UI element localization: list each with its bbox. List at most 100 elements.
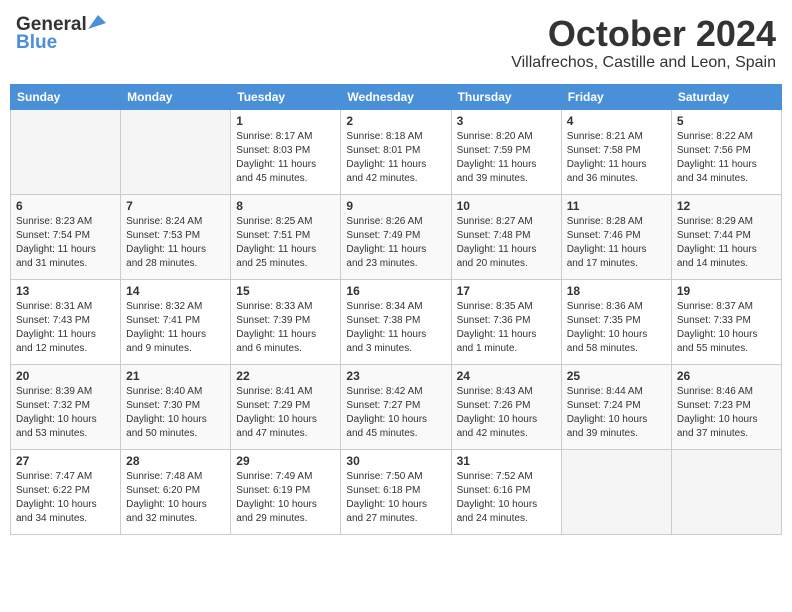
calendar-cell: 29 Sunrise: 7:49 AMSunset: 6:19 PMDayligh…	[231, 449, 341, 534]
day-number: 6	[16, 199, 115, 213]
day-info: Sunrise: 7:49 AMSunset: 6:19 PMDaylight:…	[236, 470, 335, 526]
day-number: 29	[236, 454, 335, 468]
calendar-cell: 25 Sunrise: 8:44 AMSunset: 7:24 PMDayligh…	[561, 364, 671, 449]
day-number: 18	[567, 284, 666, 298]
week-row: 20Sunrise: 8:39 AMSunset: 7:32 PMDayligh…	[11, 364, 782, 449]
weekday-header: Monday	[121, 84, 231, 109]
logo: General Blue	[16, 14, 106, 54]
day-number: 10	[457, 199, 556, 213]
calendar-cell: 12 Sunrise: 8:29 AMSunset: 7:44 PMDayligh…	[671, 194, 781, 279]
day-number: 2	[346, 114, 445, 128]
calendar-cell: 31 Sunrise: 7:52 AMSunset: 6:16 PMDayligh…	[451, 449, 561, 534]
day-info: Sunrise: 8:32 AMSunset: 7:41 PMDaylight:…	[126, 300, 225, 356]
day-info: Sunrise: 8:36 AMSunset: 7:35 PMDaylight:…	[567, 300, 666, 356]
day-number: 16	[346, 284, 445, 298]
day-number: 23	[346, 369, 445, 383]
calendar-cell: 16Sunrise: 8:34 AMSunset: 7:38 PMDayligh…	[341, 279, 451, 364]
day-info: Sunrise: 8:27 AMSunset: 7:48 PMDaylight:…	[457, 215, 556, 271]
calendar-cell	[121, 109, 231, 194]
calendar-cell: 18 Sunrise: 8:36 AMSunset: 7:35 PMDayligh…	[561, 279, 671, 364]
calendar-cell: 4Sunrise: 8:21 AMSunset: 7:58 PMDaylight…	[561, 109, 671, 194]
calendar-cell: 13Sunrise: 8:31 AMSunset: 7:43 PMDayligh…	[11, 279, 121, 364]
week-row: 13Sunrise: 8:31 AMSunset: 7:43 PMDayligh…	[11, 279, 782, 364]
day-info: Sunrise: 8:18 AMSunset: 8:01 PMDaylight:…	[346, 130, 445, 186]
day-number: 17	[457, 284, 556, 298]
day-info: Sunrise: 7:50 AMSunset: 6:18 PMDaylight:…	[346, 470, 445, 526]
day-info: Sunrise: 8:42 AMSunset: 7:27 PMDaylight:…	[346, 385, 445, 441]
calendar-cell: 7 Sunrise: 8:24 AMSunset: 7:53 PMDaylight…	[121, 194, 231, 279]
day-number: 1	[236, 114, 335, 128]
day-number: 24	[457, 369, 556, 383]
day-info: Sunrise: 8:46 AMSunset: 7:23 PMDaylight:…	[677, 385, 776, 441]
calendar-cell: 19 Sunrise: 8:37 AMSunset: 7:33 PMDayligh…	[671, 279, 781, 364]
day-number: 3	[457, 114, 556, 128]
calendar-cell: 10 Sunrise: 8:27 AMSunset: 7:48 PMDayligh…	[451, 194, 561, 279]
day-info: Sunrise: 8:22 AMSunset: 7:56 PMDaylight:…	[677, 130, 776, 186]
day-info: Sunrise: 8:17 AMSunset: 8:03 PMDaylight:…	[236, 130, 335, 186]
calendar-cell: 22 Sunrise: 8:41 AMSunset: 7:29 PMDayligh…	[231, 364, 341, 449]
day-info: Sunrise: 8:28 AMSunset: 7:46 PMDaylight:…	[567, 215, 666, 271]
calendar-cell: 30 Sunrise: 7:50 AMSunset: 6:18 PMDayligh…	[341, 449, 451, 534]
day-number: 21	[126, 369, 225, 383]
title-section: October 2024 Villafrechos, Castille and …	[511, 14, 776, 72]
calendar-cell: 5Sunrise: 8:22 AMSunset: 7:56 PMDaylight…	[671, 109, 781, 194]
day-number: 22	[236, 369, 335, 383]
day-info: Sunrise: 8:29 AMSunset: 7:44 PMDaylight:…	[677, 215, 776, 271]
calendar-cell: 8Sunrise: 8:25 AMSunset: 7:51 PMDaylight…	[231, 194, 341, 279]
day-number: 13	[16, 284, 115, 298]
calendar-cell	[561, 449, 671, 534]
day-number: 12	[677, 199, 776, 213]
day-number: 19	[677, 284, 776, 298]
calendar-cell: 21 Sunrise: 8:40 AMSunset: 7:30 PMDayligh…	[121, 364, 231, 449]
calendar-cell: 15Sunrise: 8:33 AMSunset: 7:39 PMDayligh…	[231, 279, 341, 364]
calendar-cell: 26 Sunrise: 8:46 AMSunset: 7:23 PMDayligh…	[671, 364, 781, 449]
calendar-cell: 6 Sunrise: 8:23 AMSunset: 7:54 PMDaylight…	[11, 194, 121, 279]
day-number: 28	[126, 454, 225, 468]
calendar-cell: 9 Sunrise: 8:26 AMSunset: 7:49 PMDaylight…	[341, 194, 451, 279]
day-info: Sunrise: 8:20 AMSunset: 7:59 PMDaylight:…	[457, 130, 556, 186]
month-title: October 2024	[511, 14, 776, 54]
day-info: Sunrise: 8:44 AMSunset: 7:24 PMDaylight:…	[567, 385, 666, 441]
day-number: 30	[346, 454, 445, 468]
weekday-header: Thursday	[451, 84, 561, 109]
day-number: 7	[126, 199, 225, 213]
day-number: 25	[567, 369, 666, 383]
day-number: 26	[677, 369, 776, 383]
logo-bird-icon	[88, 15, 106, 31]
location-title: Villafrechos, Castille and Leon, Spain	[511, 54, 776, 72]
day-info: Sunrise: 7:47 AMSunset: 6:22 PMDaylight:…	[16, 470, 115, 526]
weekday-header: Sunday	[11, 84, 121, 109]
day-info: Sunrise: 8:40 AMSunset: 7:30 PMDaylight:…	[126, 385, 225, 441]
calendar-cell: 1 Sunrise: 8:17 AMSunset: 8:03 PMDaylight…	[231, 109, 341, 194]
week-row: 27 Sunrise: 7:47 AMSunset: 6:22 PMDayligh…	[11, 449, 782, 534]
day-info: Sunrise: 7:48 AMSunset: 6:20 PMDaylight:…	[126, 470, 225, 526]
weekday-header: Friday	[561, 84, 671, 109]
day-number: 14	[126, 284, 225, 298]
calendar-cell: 24Sunrise: 8:43 AMSunset: 7:26 PMDayligh…	[451, 364, 561, 449]
day-info: Sunrise: 8:41 AMSunset: 7:29 PMDaylight:…	[236, 385, 335, 441]
day-number: 4	[567, 114, 666, 128]
day-number: 9	[346, 199, 445, 213]
day-info: Sunrise: 8:37 AMSunset: 7:33 PMDaylight:…	[677, 300, 776, 356]
day-number: 31	[457, 454, 556, 468]
day-info: Sunrise: 8:35 AMSunset: 7:36 PMDaylight:…	[457, 300, 556, 356]
day-info: Sunrise: 8:24 AMSunset: 7:53 PMDaylight:…	[126, 215, 225, 271]
calendar-cell	[671, 449, 781, 534]
day-info: Sunrise: 8:25 AMSunset: 7:51 PMDaylight:…	[236, 215, 335, 271]
day-number: 20	[16, 369, 115, 383]
week-row: 1 Sunrise: 8:17 AMSunset: 8:03 PMDaylight…	[11, 109, 782, 194]
day-number: 27	[16, 454, 115, 468]
calendar-cell: 14 Sunrise: 8:32 AMSunset: 7:41 PMDayligh…	[121, 279, 231, 364]
calendar-cell: 23 Sunrise: 8:42 AMSunset: 7:27 PMDayligh…	[341, 364, 451, 449]
calendar-table: SundayMondayTuesdayWednesdayThursdayFrid…	[10, 84, 782, 535]
day-info: Sunrise: 8:23 AMSunset: 7:54 PMDaylight:…	[16, 215, 115, 271]
calendar-cell: 20Sunrise: 8:39 AMSunset: 7:32 PMDayligh…	[11, 364, 121, 449]
day-info: Sunrise: 8:26 AMSunset: 7:49 PMDaylight:…	[346, 215, 445, 271]
day-info: Sunrise: 7:52 AMSunset: 6:16 PMDaylight:…	[457, 470, 556, 526]
calendar-cell	[11, 109, 121, 194]
week-row: 6 Sunrise: 8:23 AMSunset: 7:54 PMDaylight…	[11, 194, 782, 279]
calendar-cell: 28 Sunrise: 7:48 AMSunset: 6:20 PMDayligh…	[121, 449, 231, 534]
calendar-header-row: SundayMondayTuesdayWednesdayThursdayFrid…	[11, 84, 782, 109]
calendar-cell: 17 Sunrise: 8:35 AMSunset: 7:36 PMDayligh…	[451, 279, 561, 364]
day-number: 15	[236, 284, 335, 298]
